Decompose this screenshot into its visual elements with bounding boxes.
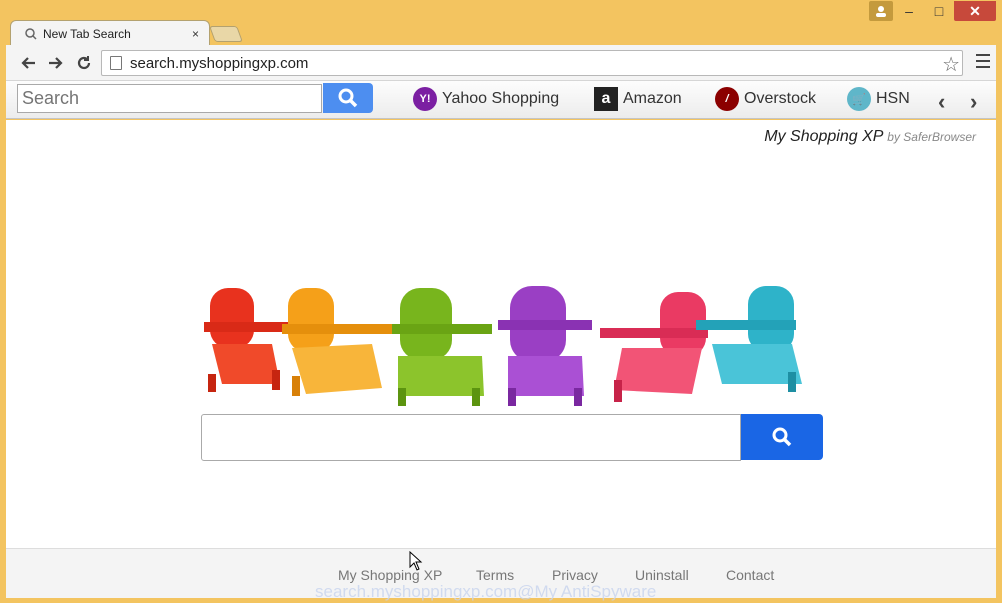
browser-toolbar: search.myshoppingxp.com ☆ xyxy=(6,45,996,81)
chair-red xyxy=(204,288,294,392)
yahoo-icon: Y! xyxy=(413,87,437,111)
chair-purple xyxy=(498,286,592,406)
tab-new-tab-search[interactable]: New Tab Search × xyxy=(10,20,210,46)
bookmark-star-icon[interactable]: ☆ xyxy=(942,52,960,77)
maximize-button[interactable]: □ xyxy=(924,1,954,21)
scroll-right-button[interactable]: › xyxy=(970,89,977,115)
ext-search-button[interactable] xyxy=(323,83,373,113)
footer-link-uninstall[interactable]: Uninstall xyxy=(635,567,689,583)
search-icon xyxy=(25,27,37,40)
shopping-extension-bar: Y! Yahoo Shopping a Amazon / Overstock 🛒… xyxy=(6,81,996,119)
footer-link-privacy[interactable]: Privacy xyxy=(552,567,598,583)
user-icon xyxy=(876,6,886,17)
chair-orange xyxy=(282,288,392,396)
shop-link-hsn[interactable]: 🛒 HSN xyxy=(847,87,910,111)
shop-link-amazon[interactable]: a Amazon xyxy=(594,87,682,111)
window-controls: – □ ✕ xyxy=(894,1,996,21)
shop-link-label: Overstock xyxy=(744,90,817,107)
shop-link-label: HSN xyxy=(876,90,910,107)
amazon-icon: a xyxy=(594,87,618,111)
footer-link-my-shopping-xp[interactable]: My Shopping XP xyxy=(338,567,442,583)
brand-name: My Shopping XP xyxy=(764,128,883,145)
brand-title: My Shopping XP by SaferBrowser xyxy=(764,128,976,146)
reload-icon xyxy=(77,55,91,69)
scroll-left-button[interactable]: ‹ xyxy=(938,89,945,115)
chair-pink xyxy=(600,292,708,402)
footer-link-terms[interactable]: Terms xyxy=(476,567,514,583)
main-search-button[interactable] xyxy=(741,414,823,460)
main-search-input[interactable] xyxy=(201,414,741,461)
watermark-text: search.myshoppingxp.com@My AntiSpyware xyxy=(315,582,657,601)
forward-arrow-icon xyxy=(49,56,63,69)
address-bar[interactable]: search.myshoppingxp.com xyxy=(101,50,963,76)
search-icon xyxy=(338,88,358,108)
page-content: My Shopping XP by SaferBrowser xyxy=(6,120,996,548)
mouse-cursor-icon xyxy=(409,551,423,571)
back-arrow-icon xyxy=(21,56,35,69)
shop-link-label: Yahoo Shopping xyxy=(442,90,560,107)
shop-link-overstock[interactable]: / Overstock xyxy=(715,87,816,111)
minimize-button[interactable]: – xyxy=(894,1,924,21)
page-icon xyxy=(110,56,122,70)
adirondack-chairs-image xyxy=(204,286,802,406)
shop-link-label: Amazon xyxy=(623,90,682,107)
chair-teal xyxy=(696,286,802,392)
brand-by: by SaferBrowser xyxy=(887,130,976,144)
tab-close-button[interactable]: × xyxy=(192,27,199,41)
profile-button[interactable] xyxy=(869,1,893,21)
hsn-icon: 🛒 xyxy=(847,87,871,111)
footer-link-contact[interactable]: Contact xyxy=(726,567,774,583)
back-button[interactable] xyxy=(14,49,42,77)
close-window-button[interactable]: ✕ xyxy=(954,1,996,21)
new-tab-button[interactable] xyxy=(209,26,243,42)
chrome-menu-button[interactable] xyxy=(976,54,990,68)
search-icon xyxy=(772,427,792,447)
reload-button[interactable] xyxy=(70,49,98,77)
ext-search-input[interactable] xyxy=(17,84,322,113)
chair-green xyxy=(392,288,492,406)
tab-title: New Tab Search xyxy=(43,26,131,41)
shop-link-yahoo[interactable]: Y! Yahoo Shopping xyxy=(413,87,559,111)
forward-button[interactable] xyxy=(42,49,70,77)
overstock-icon: / xyxy=(715,87,739,111)
address-bar-url: search.myshoppingxp.com xyxy=(130,54,309,72)
